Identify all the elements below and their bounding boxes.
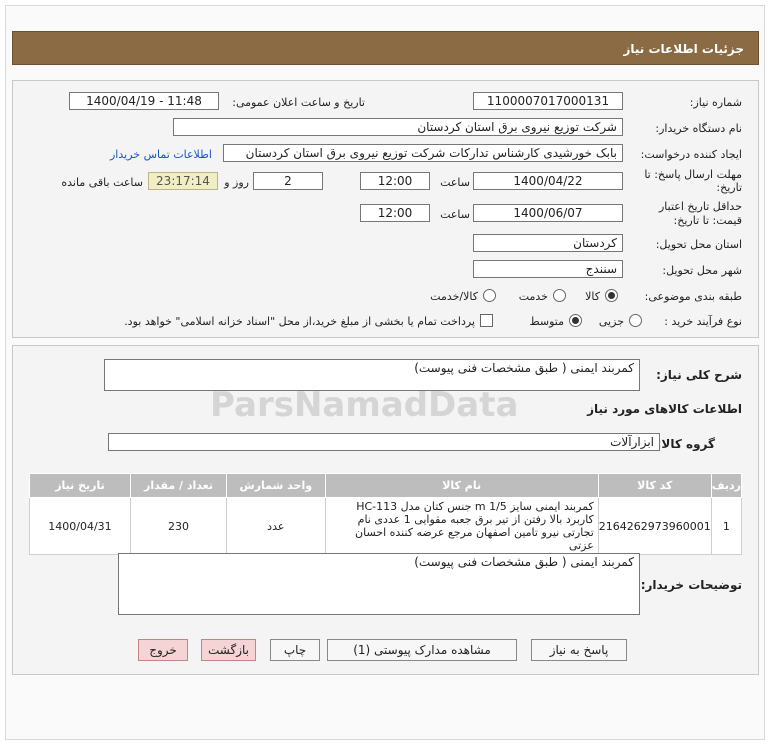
reply-deadline-label-2: تاریخ: [716, 181, 742, 194]
need-number-field: 1100007017000131 [473, 92, 623, 110]
page-title: جزئیات اطلاعات نیاز [623, 42, 744, 56]
process-radio-minor[interactable] [629, 314, 642, 327]
header-unit: واحد شمارش [226, 473, 326, 498]
delivery-province-label: استان محل تحویل: [655, 238, 742, 251]
buyer-org-label: نام دستگاه خریدار: [655, 122, 742, 135]
category-option-goods: کالا [585, 290, 600, 303]
validity-date-field: 1400/06/07 [473, 204, 623, 222]
validity-time-label: ساعت [440, 208, 470, 221]
delivery-province-field: کردستان [473, 234, 623, 252]
process-option-minor: جزیی [598, 315, 624, 328]
treasury-payment-checkbox[interactable] [480, 314, 493, 327]
creator-label: ایجاد کننده درخواست: [640, 148, 742, 161]
buyer-org-field: شرکت توزیع نیروی برق استان کردستان [173, 118, 623, 136]
cell-row-index: 1 [710, 497, 743, 555]
attachments-button[interactable]: مشاهده مدارک پیوستی (1) [327, 639, 517, 661]
goods-table: ردیف کد کالا نام کالا واحد شمارش تعداد /… [29, 473, 743, 555]
header-date: تاریخ نیاز [29, 473, 131, 498]
table-row: 1 2164262973960001 کمربند ایمنی سایز m 1… [29, 497, 743, 555]
process-option-medium: متوسط [529, 315, 564, 328]
creator-field: بابک خورشیدی کارشناس تدارکات شرکت توزیع … [223, 144, 623, 162]
cell-name: کمربند ایمنی سایز m 1/5 جنس کتان مدل HC-… [324, 497, 599, 555]
need-number-label: شماره نیاز: [689, 96, 742, 109]
buyer-notes-label: توضیحات خریدار: [640, 578, 742, 592]
category-option-goods-service: کالا/خدمت [430, 290, 478, 303]
header-code: کد کالا [597, 473, 712, 498]
summary-label: شرح کلی نیاز: [656, 368, 742, 382]
validity-time-field: 12:00 [360, 204, 430, 222]
category-radio-service[interactable] [553, 289, 566, 302]
category-label: طبقه بندی موضوعی: [644, 290, 742, 303]
goods-info-title: اطلاعات کالاهای مورد نیاز [587, 402, 742, 416]
category-option-service: خدمت [518, 290, 548, 303]
goods-group-label: گروه کالا: [656, 437, 715, 451]
days-field: 2 [253, 172, 323, 190]
payment-note: پرداخت تمام یا بخشی از مبلغ خرید،از محل … [124, 315, 475, 328]
days-label: روز و [224, 176, 249, 189]
exit-button[interactable]: خروج [138, 639, 188, 661]
header-row-index: ردیف [710, 473, 743, 498]
cell-qty: 230 [129, 497, 228, 555]
reply-deadline-label: مهلت ارسال پاسخ: تا [644, 168, 742, 181]
process-radio-medium[interactable] [569, 314, 582, 327]
reply-time-field: 12:00 [360, 172, 430, 190]
header-name: نام کالا [324, 473, 599, 498]
back-button[interactable]: بازگشت [201, 639, 256, 661]
summary-field: کمربند ایمنی ( طبق مشخصات فنی پیوست) [104, 359, 640, 391]
buyer-notes-field: کمربند ایمنی ( طبق مشخصات فنی پیوست) [118, 553, 640, 615]
delivery-city-label: شهر محل تحویل: [662, 264, 742, 277]
category-radio-goods-service[interactable] [483, 289, 496, 302]
cell-unit: عدد [226, 497, 326, 555]
reply-date-field: 1400/04/22 [473, 172, 623, 190]
price-validity-label: حداقل تاریخ اعتبار [658, 200, 742, 213]
page-header: جزئیات اطلاعات نیاز [12, 31, 759, 65]
price-validity-label-2: قیمت: تا تاریخ: [673, 214, 742, 227]
category-radio-goods[interactable] [605, 289, 618, 302]
contact-buyer-link[interactable]: اطلاعات تماس خریدار [110, 148, 212, 161]
print-button[interactable]: چاپ [270, 639, 320, 661]
process-label: نوع فرآیند خرید : [664, 315, 742, 328]
cell-code: 2164262973960001 [597, 497, 712, 555]
cell-date: 1400/04/31 [29, 497, 131, 555]
announce-label: تاریخ و ساعت اعلان عمومی: [232, 96, 365, 109]
reply-time-label: ساعت [440, 176, 470, 189]
remaining-label: ساعت باقی مانده [61, 176, 143, 189]
remaining-timer: 23:17:14 [148, 172, 218, 190]
goods-group-field: ابزارآلات [108, 433, 660, 451]
announce-field: 1400/04/19 - 11:48 [69, 92, 219, 110]
header-qty: تعداد / مقدار [129, 473, 228, 498]
delivery-city-field: سنندج [473, 260, 623, 278]
reply-button[interactable]: پاسخ به نیاز [531, 639, 627, 661]
